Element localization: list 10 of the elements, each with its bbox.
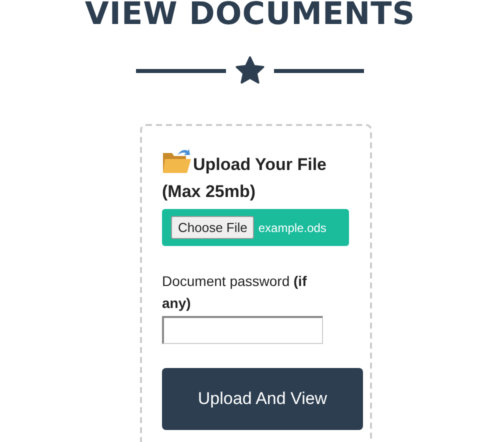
file-name: example.ods <box>258 220 326 234</box>
upload-heading: Upload Your File <box>193 155 326 174</box>
upload-and-view-button[interactable]: Upload And View <box>162 368 363 430</box>
size-limit-note: (Max 25mb) <box>162 181 257 203</box>
folder-icon <box>162 148 192 174</box>
password-label: Document password (if any) <box>162 272 308 313</box>
star-icon <box>234 56 266 86</box>
choose-file-button[interactable]: Choose File <box>171 216 254 239</box>
password-field[interactable] <box>162 316 323 344</box>
page-title: VIEW DOCUMENTS <box>84 0 416 34</box>
